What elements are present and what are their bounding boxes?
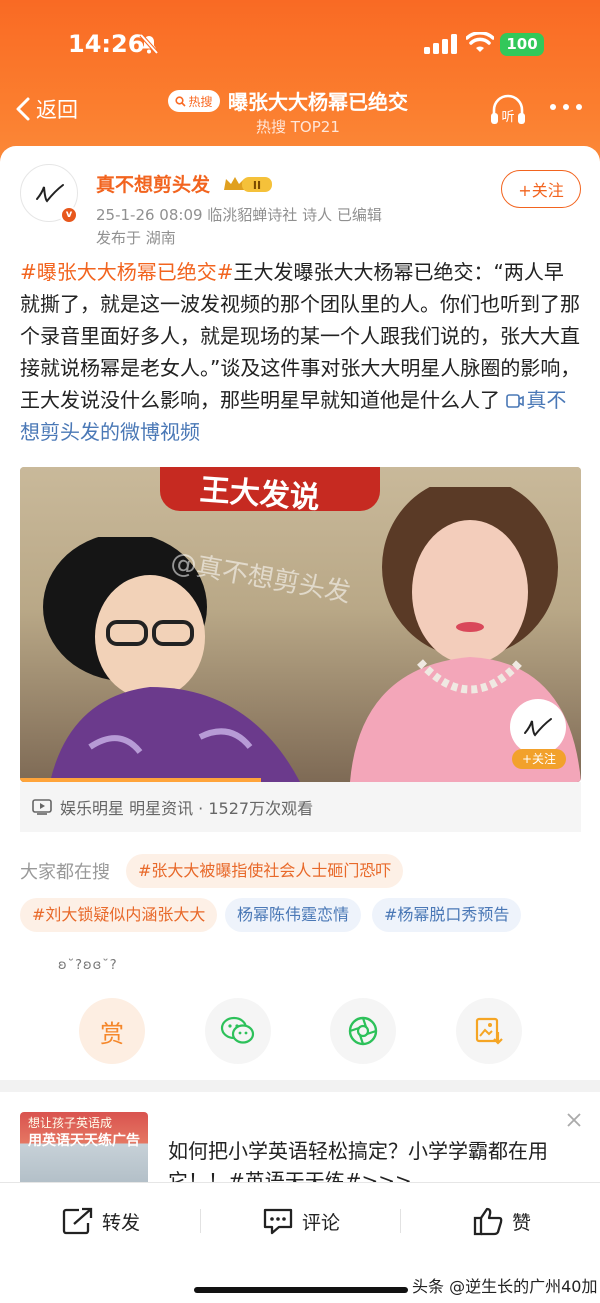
post-body: #曝张大大杨幂已绝交#王大发曝张大大杨幂已绝交：“两人早就撕了，就是这一波发视频… [20,256,582,448]
ad-badge: 广告 [112,1133,140,1149]
source-watermark: 头条 @逆生长的广州40加 [412,1277,598,1296]
username[interactable]: 真不想剪头发 [96,170,210,197]
share-wechat-button[interactable] [205,998,271,1064]
cellular-signal-icon [424,34,457,54]
divider [200,1209,201,1233]
mute-bell-icon [139,33,159,55]
verified-badge-icon: v [60,206,78,224]
image-download-icon [475,1017,503,1045]
video-sign-text: 王大发说 [198,472,321,517]
level-crown-icon: II [224,177,272,192]
video-author-avatar[interactable] [510,699,566,755]
search-icon [175,95,187,107]
wifi-icon [466,32,494,52]
comment-icon [263,1208,293,1235]
home-indicator [194,1287,408,1293]
topic-header: 热搜 曝张大大杨幂已绝交 热搜 TOP21 [168,86,448,138]
thumbs-up-icon [473,1207,503,1236]
back-label: 返回 [36,98,78,122]
chevron-left-icon [16,97,30,121]
level-badge: II [253,179,261,192]
follow-button[interactable]: +关注 [501,170,581,208]
hot-search-badge: 热搜 [168,90,220,112]
like-button[interactable]: 赞 [472,1203,531,1239]
back-button[interactable]: 返回 [14,94,84,124]
related-searches-label: 大家都在搜 [20,862,110,883]
share-moments-button[interactable] [330,998,396,1064]
play-screen-icon [32,799,52,815]
listen-button[interactable]: 听 [488,94,528,128]
video-follow-button[interactable]: +关注 [512,749,566,769]
post-meta: 25-1-26 08:09 临洮貂蝉诗社 诗人 已编辑 [96,206,382,224]
repost-label: 转发 [102,1211,141,1234]
page-title: 曝张大大杨幂已绝交 [228,90,408,114]
signature-logo-icon [36,184,64,203]
ad-image-text: 想让孩子英语成 [28,1116,113,1130]
repost-icon [62,1207,93,1235]
topic-rank: 热搜 TOP21 [256,118,340,136]
post-location: 发布于 湖南 [96,229,176,247]
follow-label: +关注 [518,181,564,200]
search-chip[interactable]: 杨幂陈伟霆恋情 [225,898,362,932]
reward-label: 赏 [100,1019,124,1048]
like-label: 赞 [512,1211,532,1234]
dot-icon [576,104,582,110]
listen-label: 听 [501,110,514,125]
save-image-button[interactable] [456,998,522,1064]
video-info-text: 娱乐明星 明星资讯 · 1527万次观看 [60,799,314,818]
comment-button[interactable]: 评论 [262,1203,340,1239]
reward-tip: ʚ˘?ʚɞ˘? [58,958,118,973]
reward-button[interactable]: 赏 [79,998,145,1064]
status-time: 14:26 [68,30,145,58]
wechat-icon [220,1016,255,1044]
nav-bar: 返回 热搜 曝张大大杨幂已绝交 热搜 TOP21 听 [0,80,600,140]
close-icon[interactable] [566,1112,582,1128]
dot-icon [550,104,556,110]
divider [400,1209,401,1233]
search-chip[interactable]: #张大大被曝指使社会人士砸门恐吓 [126,854,404,888]
repost-button[interactable]: 转发 [62,1203,140,1239]
moments-aperture-icon [348,1016,378,1046]
status-bar: 14:26 100 [0,0,600,80]
search-chip[interactable]: #刘大锁疑似内涵张大大 [20,898,218,932]
comment-label: 评论 [302,1211,341,1234]
video-player[interactable]: 王大发说 @真不想剪头发 +关注 [20,467,581,782]
hot-badge-label: 热搜 [188,94,213,109]
signature-logo-icon [524,718,552,737]
hashtag-link[interactable]: #曝张大大杨幂已绝交# [20,260,234,284]
video-link-icon [506,394,525,408]
search-chip[interactable]: #杨幂脱口秀预告 [372,898,522,932]
video-info-bar[interactable]: 娱乐明星 明星资讯 · 1527万次观看 [20,782,581,832]
more-options-button[interactable] [550,104,582,114]
battery-indicator: 100 [500,33,544,56]
ad-image-title: 用英语天天练广告 [28,1130,140,1150]
post-card: v 真不想剪头发 II 25-1-26 08:09 临洮貂蝉诗社 诗人 已编辑 … [0,146,600,1080]
ad-image-title-text: 用英语天天练 [28,1133,112,1149]
headphones-icon: 听 [491,94,525,125]
dot-icon [563,104,569,110]
bottom-action-bar: 转发 评论 赞 头条 @逆生长的广州40加 [0,1182,600,1303]
